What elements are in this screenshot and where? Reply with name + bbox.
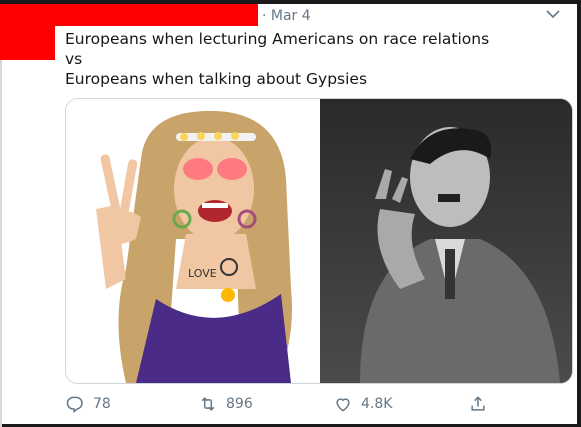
tweet-media[interactable]: LOVE <box>65 98 573 384</box>
tweet-date[interactable]: · Mar 4 <box>262 8 311 24</box>
tweet-text: Europeans when lecturing Americans on ra… <box>65 30 490 88</box>
like-count: 4.8K <box>361 396 393 412</box>
thread-accent-line <box>0 60 2 427</box>
redacted-avatar <box>0 4 55 60</box>
heart-icon <box>336 398 350 412</box>
media-left-photo[interactable]: LOVE <box>66 99 320 383</box>
comment-icon <box>66 396 83 414</box>
tweet-actions: 78 896 4.8K <box>65 394 573 416</box>
retweet-icon <box>201 397 215 411</box>
media-right-photo[interactable] <box>320 99 572 383</box>
chevron-down-icon[interactable] <box>546 8 560 23</box>
share-button[interactable] <box>468 394 496 414</box>
share-icon <box>471 396 485 411</box>
window-right-border <box>577 0 581 427</box>
retweet-button[interactable]: 896 <box>198 394 253 414</box>
svg-text:LOVE: LOVE <box>188 267 217 280</box>
retweet-count: 896 <box>226 396 253 412</box>
redacted-username <box>55 4 258 26</box>
like-button[interactable]: 4.8K <box>333 394 392 414</box>
reply-count: 78 <box>93 396 111 412</box>
reply-button[interactable]: 78 <box>65 394 111 414</box>
